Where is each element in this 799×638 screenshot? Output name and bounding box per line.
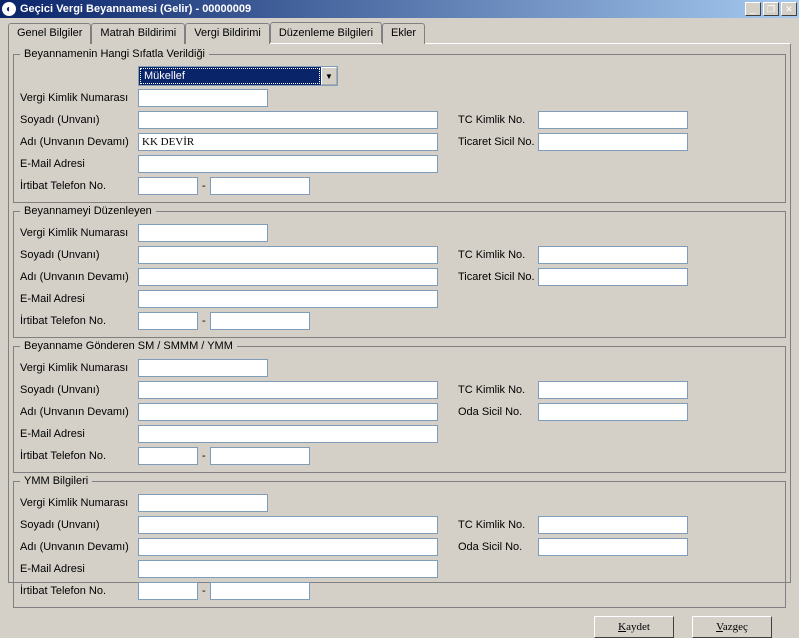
g2-email-input[interactable] <box>138 290 438 308</box>
window-title: Geçici Vergi Beyannamesi (Gelir) - 00000… <box>20 3 745 15</box>
label-tel: İrtibat Telefon No. <box>20 585 138 597</box>
label-ticaret: Ticaret Sicil No. <box>458 271 538 283</box>
g4-tel1-input[interactable] <box>138 582 198 600</box>
label-email: E-Mail Adresi <box>20 158 138 170</box>
g1-tckn-input[interactable] <box>538 111 688 129</box>
group-gonderen: Beyanname Gönderen SM / SMMM / YMM Vergi… <box>13 340 786 473</box>
label-adi: Adı (Unvanın Devamı) <box>20 136 138 148</box>
app-icon: ◐ <box>2 2 16 16</box>
g3-oda-input[interactable] <box>538 403 688 421</box>
label-tel: İrtibat Telefon No. <box>20 180 138 192</box>
label-adi: Adı (Unvanın Devamı) <box>20 271 138 283</box>
label-tckn: TC Kimlik No. <box>458 384 538 396</box>
g2-adi-input[interactable] <box>138 268 438 286</box>
label-email: E-Mail Adresi <box>20 563 138 575</box>
titlebar: ◐ Geçici Vergi Beyannamesi (Gelir) - 000… <box>0 0 799 18</box>
label-oda: Oda Sicil No. <box>458 406 538 418</box>
g4-tel2-input[interactable] <box>210 582 310 600</box>
label-adi: Adı (Unvanın Devamı) <box>20 406 138 418</box>
label-tckn: TC Kimlik No. <box>458 114 538 126</box>
g2-vkn-input[interactable] <box>138 224 268 242</box>
phone-separator: - <box>202 585 206 597</box>
g2-tel1-input[interactable] <box>138 312 198 330</box>
sifat-dropdown-text: Mükellef <box>140 68 320 84</box>
label-tel: İrtibat Telefon No. <box>20 450 138 462</box>
label-oda: Oda Sicil No. <box>458 541 538 553</box>
g4-oda-input[interactable] <box>538 538 688 556</box>
tab-panel: Beyannamenin Hangi Sıfatla Verildiği Mük… <box>8 43 791 583</box>
g2-tel2-input[interactable] <box>210 312 310 330</box>
label-soyadi: Soyadı (Unvanı) <box>20 519 138 531</box>
g3-tel1-input[interactable] <box>138 447 198 465</box>
g1-soyadi-input[interactable] <box>138 111 438 129</box>
g3-soyadi-input[interactable] <box>138 381 438 399</box>
group-sifat-legend: Beyannamenin Hangi Sıfatla Verildiği <box>20 48 209 60</box>
label-soyadi: Soyadı (Unvanı) <box>20 114 138 126</box>
tab-genel-bilgiler[interactable]: Genel Bilgiler <box>8 23 91 44</box>
label-vkn: Vergi Kimlik Numarası <box>20 92 138 104</box>
label-vkn: Vergi Kimlik Numarası <box>20 227 138 239</box>
g3-tel2-input[interactable] <box>210 447 310 465</box>
g1-tel2-input[interactable] <box>210 177 310 195</box>
label-soyadi: Soyadı (Unvanı) <box>20 384 138 396</box>
tab-vergi-bildirimi[interactable]: Vergi Bildirimi <box>185 23 270 44</box>
close-button[interactable]: ✕ <box>781 2 797 16</box>
phone-separator: - <box>202 450 206 462</box>
cancel-button[interactable]: Vazgeç <box>692 616 772 638</box>
g4-adi-input[interactable] <box>138 538 438 556</box>
g3-adi-input[interactable] <box>138 403 438 421</box>
g4-vkn-input[interactable] <box>138 494 268 512</box>
tab-duzenleme-bilgileri[interactable]: Düzenleme Bilgileri <box>270 22 382 43</box>
g2-ticaret-input[interactable] <box>538 268 688 286</box>
g1-ticaret-input[interactable] <box>538 133 688 151</box>
g4-email-input[interactable] <box>138 560 438 578</box>
group-ymm: YMM Bilgileri Vergi Kimlik Numarası Soya… <box>13 475 786 608</box>
g1-vkn-input[interactable] <box>138 89 268 107</box>
label-email: E-Mail Adresi <box>20 428 138 440</box>
sifat-dropdown[interactable]: Mükellef ▼ <box>138 66 338 86</box>
g4-soyadi-input[interactable] <box>138 516 438 534</box>
tab-ekler[interactable]: Ekler <box>382 23 425 44</box>
group-ymm-legend: YMM Bilgileri <box>20 475 92 487</box>
g1-email-input[interactable] <box>138 155 438 173</box>
g3-vkn-input[interactable] <box>138 359 268 377</box>
label-ticaret: Ticaret Sicil No. <box>458 136 538 148</box>
g3-tckn-input[interactable] <box>538 381 688 399</box>
group-duzenleyen-legend: Beyannameyi Düzenleyen <box>20 205 156 217</box>
group-gonderen-legend: Beyanname Gönderen SM / SMMM / YMM <box>20 340 237 352</box>
label-soyadi: Soyadı (Unvanı) <box>20 249 138 261</box>
g3-email-input[interactable] <box>138 425 438 443</box>
g2-soyadi-input[interactable] <box>138 246 438 264</box>
label-tckn: TC Kimlik No. <box>458 249 538 261</box>
tab-strip: Genel Bilgiler Matrah Bildirimi Vergi Bi… <box>8 22 791 43</box>
g2-tckn-input[interactable] <box>538 246 688 264</box>
g1-adi-input[interactable] <box>138 133 438 151</box>
label-adi: Adı (Unvanın Devamı) <box>20 541 138 553</box>
chevron-down-icon[interactable]: ▼ <box>321 67 337 85</box>
phone-separator: - <box>202 315 206 327</box>
g1-tel1-input[interactable] <box>138 177 198 195</box>
label-vkn: Vergi Kimlik Numarası <box>20 362 138 374</box>
group-sifat: Beyannamenin Hangi Sıfatla Verildiği Mük… <box>13 48 786 203</box>
save-button[interactable]: Kaydet <box>594 616 674 638</box>
group-duzenleyen: Beyannameyi Düzenleyen Vergi Kimlik Numa… <box>13 205 786 338</box>
label-tckn: TC Kimlik No. <box>458 519 538 531</box>
label-email: E-Mail Adresi <box>20 293 138 305</box>
tab-matrah-bildirimi[interactable]: Matrah Bildirimi <box>91 23 185 44</box>
label-tel: İrtibat Telefon No. <box>20 315 138 327</box>
restore-button[interactable]: ❐ <box>763 2 779 16</box>
phone-separator: - <box>202 180 206 192</box>
minimize-button[interactable]: _ <box>745 2 761 16</box>
label-vkn: Vergi Kimlik Numarası <box>20 497 138 509</box>
g4-tckn-input[interactable] <box>538 516 688 534</box>
